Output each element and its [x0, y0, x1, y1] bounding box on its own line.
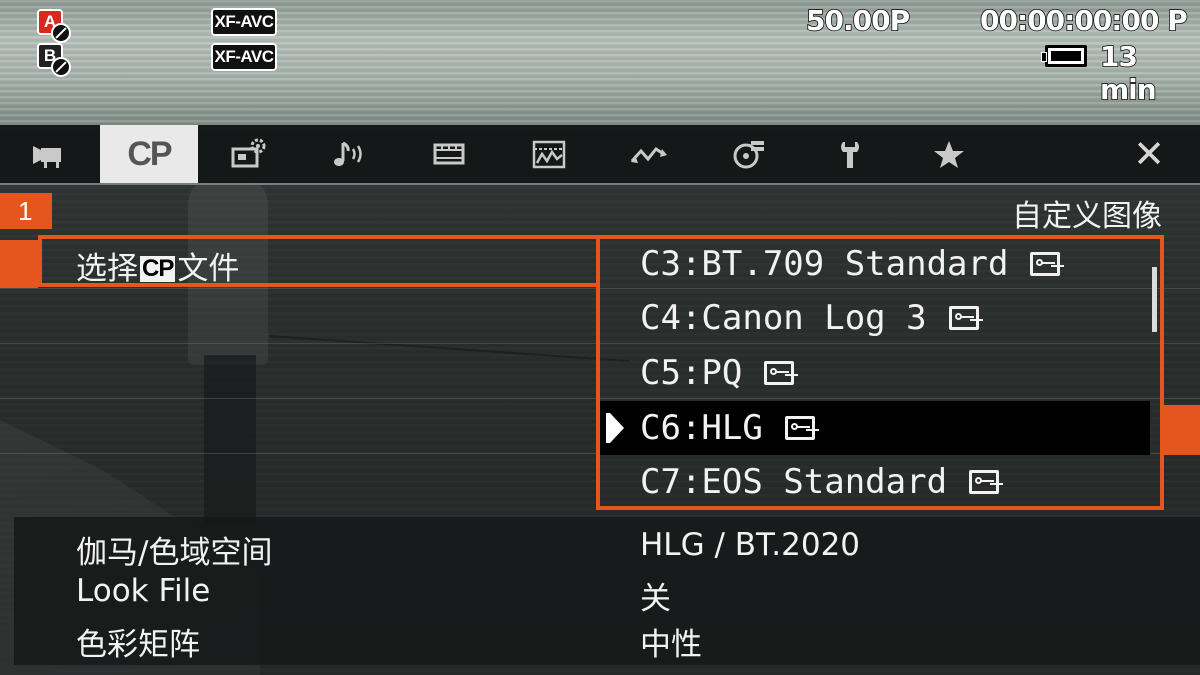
tab-recording[interactable]	[400, 125, 498, 183]
audio-note-icon	[334, 141, 362, 166]
option-label: C3:BT.709 Standard	[640, 244, 1009, 284]
frame-rate: 50.00P	[805, 3, 911, 38]
battery-remaining: 13 min	[1099, 39, 1157, 107]
option-label: C5:PQ	[640, 353, 743, 393]
close-button[interactable]: ✕	[1100, 125, 1198, 183]
color-matrix-value: 中性	[640, 627, 702, 663]
page-number: 1	[0, 193, 52, 229]
camera-gear-icon	[231, 138, 266, 168]
tab-monitoring[interactable]	[500, 125, 598, 183]
gamma-color-space-label[interactable]: 伽马/色域空间	[76, 527, 272, 572]
no-card-icon	[51, 57, 71, 77]
custom-picture-icon: CP	[127, 134, 172, 173]
look-file-label[interactable]: Look File	[76, 573, 210, 609]
codec-badge-a: XF-AVC	[211, 8, 277, 36]
timecode: 00:00:00:00 P	[979, 3, 1188, 38]
status-osd: A B XF-AVC XF-AVC 50.00P 00:00:00:00 P 1…	[0, 0, 1200, 125]
cp-badge: CP	[140, 255, 176, 282]
lock-key-icon	[969, 470, 1000, 494]
option-c4[interactable]: C4:Canon Log 3	[600, 291, 1150, 345]
option-c3[interactable]: C3:BT.709 Standard	[600, 237, 1150, 291]
tab-camera[interactable]	[0, 125, 98, 183]
menu-title: 自定义图像	[1012, 199, 1162, 234]
cursor-arrow-icon	[606, 413, 624, 443]
close-icon: ✕	[1133, 132, 1165, 176]
selected-row-marker	[0, 240, 38, 288]
lock-key-icon	[948, 306, 979, 330]
film-strip-icon	[433, 143, 465, 165]
tab-media[interactable]	[700, 125, 798, 183]
lock-key-icon	[764, 361, 795, 385]
option-label: C6:HLG	[640, 408, 763, 448]
menu-panel: CP ✕ 1 自定义图像 选择 CP 文件 C3:BT.709 Standard…	[0, 125, 1200, 675]
waveform-monitor-icon	[532, 140, 566, 169]
media-stack-icon	[733, 141, 764, 169]
tab-camera-setup[interactable]	[200, 125, 298, 183]
tab-system[interactable]	[800, 125, 898, 183]
right-edge-marker	[1164, 405, 1200, 455]
movie-camera-icon	[33, 146, 61, 168]
file-label-text: 文件	[177, 251, 240, 287]
option-c5[interactable]: C5:PQ	[600, 346, 1150, 400]
tab-my-menu[interactable]	[900, 125, 998, 183]
battery-icon	[1041, 45, 1087, 67]
option-c6-selected[interactable]: C6:HLG	[600, 401, 1150, 455]
option-label: C4:Canon Log 3	[640, 298, 927, 338]
color-matrix-label[interactable]: 色彩矩阵	[76, 619, 200, 664]
gamma-color-space-value: HLG / BT.2020	[640, 527, 861, 563]
star-icon	[934, 141, 964, 168]
lock-key-icon	[784, 416, 815, 440]
look-file-value: 关	[640, 581, 671, 617]
option-c7[interactable]: C7:EOS Standard	[600, 455, 1150, 509]
tab-audio[interactable]	[300, 125, 398, 183]
wrench-icon	[841, 142, 859, 168]
menu-tab-bar: CP ✕	[0, 125, 1200, 185]
select-label-text: 选择	[76, 251, 138, 287]
dropdown-scrollbar[interactable]	[1152, 267, 1157, 332]
no-card-icon	[51, 23, 71, 43]
codec-badge-b: XF-AVC	[211, 43, 277, 71]
option-label: C7:EOS Standard	[640, 462, 948, 502]
tab-custom-picture[interactable]: CP	[100, 125, 198, 183]
lock-key-icon	[1030, 252, 1061, 276]
tab-network[interactable]	[600, 125, 698, 183]
select-cp-file-label: 选择 CP 文件	[76, 243, 239, 288]
network-wave-icon	[630, 146, 667, 163]
